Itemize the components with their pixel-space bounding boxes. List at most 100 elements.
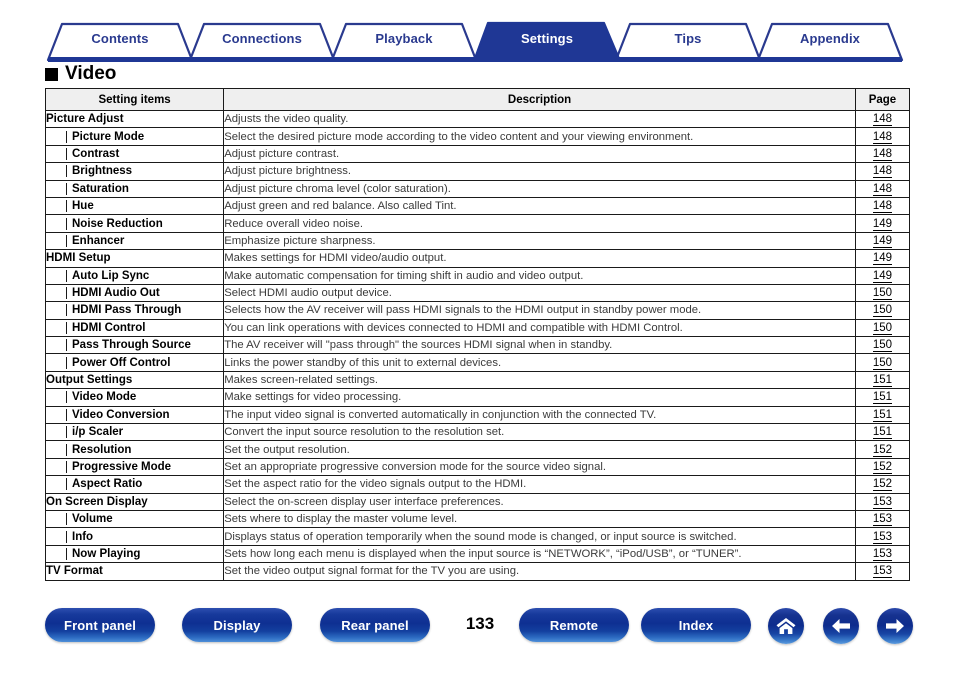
setting-item-sub: HDMI Control xyxy=(44,318,225,338)
page-reference-link[interactable]: 150 xyxy=(872,356,893,370)
setting-item-sub: Enhancer xyxy=(44,231,225,251)
page-reference-link[interactable]: 153 xyxy=(872,565,893,579)
page-reference-link[interactable]: 149 xyxy=(872,252,893,266)
page-reference-link[interactable]: 148 xyxy=(872,182,893,196)
table-row: Volume Sets where to display the master v… xyxy=(44,509,911,529)
tab-settings[interactable]: Settings xyxy=(474,20,620,58)
setting-item-label: Now Playing xyxy=(72,547,141,560)
table-row: Video Conversion The input video signal i… xyxy=(44,405,911,425)
page-reference-link[interactable]: 150 xyxy=(872,321,893,335)
setting-item-label: Enhancer xyxy=(72,234,125,247)
setting-description: Adjust picture contrast. xyxy=(223,144,856,164)
page-number: 133 xyxy=(465,614,495,633)
page-reference-link[interactable]: 153 xyxy=(872,513,893,527)
setting-item-label: Progressive Mode xyxy=(72,461,172,473)
indent-cell xyxy=(46,130,67,143)
back-button[interactable] xyxy=(823,608,859,644)
page-reference-link[interactable]: 150 xyxy=(872,304,893,318)
page-reference-link[interactable]: 149 xyxy=(872,269,893,283)
page-reference-link[interactable]: 151 xyxy=(872,391,893,405)
indent-wrapper: Video Conversion xyxy=(46,408,223,421)
setting-item-label: Auto Lip Sync xyxy=(72,269,150,282)
indent-wrapper: Saturation xyxy=(46,182,223,195)
page-reference-link[interactable]: 153 xyxy=(872,547,893,561)
forward-button[interactable] xyxy=(877,608,913,644)
indent-cell xyxy=(46,356,67,369)
page-reference-link[interactable]: 151 xyxy=(872,374,893,388)
page-reference-link[interactable]: 153 xyxy=(872,495,893,509)
page-reference-link[interactable]: 149 xyxy=(872,217,893,231)
indent-cell xyxy=(46,200,67,213)
setting-item-label: HDMI Control xyxy=(72,321,146,334)
page-reference-link[interactable]: 152 xyxy=(872,443,893,457)
setting-item-label: TV Format xyxy=(46,565,103,578)
tab-contents[interactable]: Contents xyxy=(48,20,192,58)
table-row: Picture Mode Select the desired picture m… xyxy=(44,127,911,146)
page-reference-cell: 150 xyxy=(854,353,911,372)
page-reference-link[interactable]: 151 xyxy=(872,426,893,440)
setting-item-label: Output Settings xyxy=(46,374,133,387)
home-button[interactable] xyxy=(768,608,804,644)
indent-cell xyxy=(46,391,67,404)
rear-panel-button[interactable]: Rear panel xyxy=(320,608,430,642)
page-reference-link[interactable]: 149 xyxy=(872,234,893,248)
page-reference-link[interactable]: 150 xyxy=(872,339,893,353)
page-reference-cell: 152 xyxy=(854,440,911,459)
indent-wrapper: Pass Through Source xyxy=(46,339,223,352)
setting-item-label: Contrast xyxy=(72,147,120,160)
setting-description: Displays status of operation temporarily… xyxy=(223,527,856,546)
page-reference-link[interactable]: 152 xyxy=(872,478,893,492)
indent-wrapper: Brightness xyxy=(46,165,223,178)
indent-cell xyxy=(46,234,67,247)
indent-cell xyxy=(46,165,67,178)
setting-description: Adjust green and red balance. Also calle… xyxy=(223,196,856,216)
table-row: On Screen Display Select the on-screen di… xyxy=(44,492,911,511)
setting-description: Makes screen-related settings. xyxy=(223,370,856,390)
index-button[interactable]: Index xyxy=(641,608,751,642)
page-reference-link[interactable]: 148 xyxy=(872,200,893,214)
setting-item-group: TV Format xyxy=(44,562,225,581)
setting-item-sub: Brightness xyxy=(44,162,225,181)
page-reference-link[interactable]: 150 xyxy=(872,287,893,301)
front-panel-button[interactable]: Front panel xyxy=(45,608,155,642)
table-row: Noise Reduction Reduce overall video nois… xyxy=(44,214,911,233)
column-header-description: Description xyxy=(223,88,856,111)
home-icon xyxy=(775,616,797,636)
table-row: Power Off Control Links the power standby… xyxy=(44,353,911,372)
page-reference-link[interactable]: 151 xyxy=(872,408,893,422)
page-reference-link[interactable]: 148 xyxy=(872,113,893,127)
setting-item-group: Picture Adjust xyxy=(44,109,225,129)
tab-playback[interactable]: Playback xyxy=(332,20,476,58)
setting-description: Sets how long each menu is displayed whe… xyxy=(223,544,856,564)
table-row: HDMI Pass Through Selects how the AV rece… xyxy=(44,301,911,320)
tab-appendix[interactable]: Appendix xyxy=(758,20,902,58)
table-row: HDMI Audio Out Select HDMI audio output d… xyxy=(44,283,911,303)
setting-item-label: Noise Reduction xyxy=(72,217,163,230)
setting-item-label: Picture Mode xyxy=(72,130,145,143)
setting-item-sub: Picture Mode xyxy=(44,127,225,146)
setting-item-group: HDMI Setup xyxy=(44,249,225,268)
setting-item-sub: Volume xyxy=(44,509,225,529)
setting-description: Makes settings for HDMI video/audio outp… xyxy=(223,249,856,268)
setting-description: Adjusts the video quality. xyxy=(223,109,856,129)
setting-description: You can link operations with devices con… xyxy=(223,318,856,338)
page-reference-cell: 153 xyxy=(854,492,911,511)
tab-connections[interactable]: Connections xyxy=(190,20,334,58)
page-reference-link[interactable]: 148 xyxy=(872,165,893,179)
indent-wrapper: Progressive Mode xyxy=(46,461,223,473)
table-row: Saturation Adjust picture chroma level (c… xyxy=(44,179,911,198)
indent-wrapper: Now Playing xyxy=(46,547,223,560)
indent-wrapper: Noise Reduction xyxy=(46,217,223,230)
page-reference-link[interactable]: 148 xyxy=(872,130,893,144)
setting-item-sub: Hue xyxy=(44,196,225,216)
tab-tips[interactable]: Tips xyxy=(616,20,760,58)
setting-description: The input video signal is converted auto… xyxy=(223,405,856,425)
page-reference-link[interactable]: 148 xyxy=(872,147,893,161)
remote-button[interactable]: Remote xyxy=(519,608,629,642)
page-reference-link[interactable]: 152 xyxy=(872,461,893,474)
page-reference-link[interactable]: 153 xyxy=(872,530,893,544)
setting-description: Selects how the AV receiver will pass HD… xyxy=(223,301,856,320)
table-row: HDMI Control You can link operations with… xyxy=(44,318,911,338)
display-button[interactable]: Display xyxy=(182,608,292,642)
page-reference-cell: 153 xyxy=(854,544,911,564)
